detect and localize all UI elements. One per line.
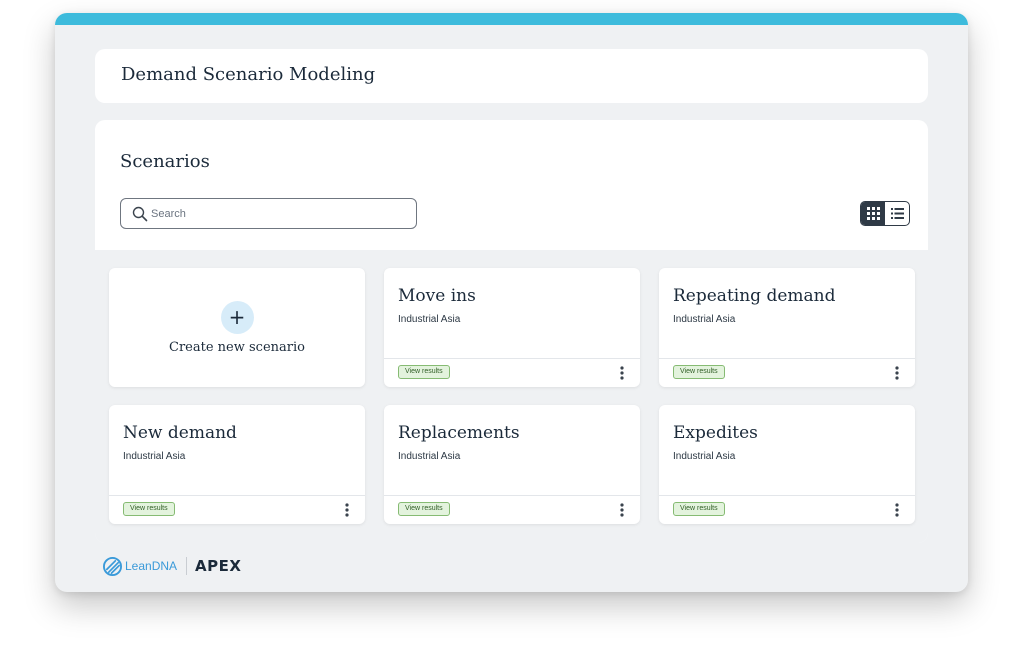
footer-logo: LeanDNA APEX xyxy=(103,556,241,576)
card-divider xyxy=(659,358,915,359)
create-scenario-card[interactable]: + Create new scenario xyxy=(109,268,365,387)
more-vertical-icon[interactable] xyxy=(618,365,626,381)
search-input[interactable] xyxy=(151,200,401,227)
scenarios-panel: Scenarios Search + Create new scenario M… xyxy=(95,120,928,543)
plus-icon: + xyxy=(220,300,254,334)
scenario-subtitle: Industrial Asia xyxy=(673,314,736,325)
scenario-card[interactable]: Repeating demand Industrial Asia View re… xyxy=(659,268,915,387)
grid-view-button[interactable] xyxy=(861,202,885,225)
scenario-card[interactable]: Replacements Industrial Asia View result… xyxy=(384,405,640,524)
scenario-title: Move ins xyxy=(398,286,476,306)
view-results-button[interactable]: View results xyxy=(398,365,450,379)
header-card: Demand Scenario Modeling xyxy=(95,49,928,103)
logo-divider xyxy=(186,557,188,575)
scenario-subtitle: Industrial Asia xyxy=(398,451,461,462)
search-icon xyxy=(132,206,148,222)
scenario-title: Expedites xyxy=(673,423,758,443)
section-title: Scenarios xyxy=(120,151,210,172)
page-title: Demand Scenario Modeling xyxy=(121,64,376,85)
scenario-card[interactable]: Move ins Industrial Asia View results xyxy=(384,268,640,387)
accent-bar xyxy=(55,13,968,25)
scenario-card[interactable]: New demand Industrial Asia View results xyxy=(109,405,365,524)
grid-view-icon xyxy=(866,207,880,220)
more-vertical-icon[interactable] xyxy=(893,365,901,381)
more-vertical-icon[interactable] xyxy=(893,502,901,518)
more-vertical-icon[interactable] xyxy=(618,502,626,518)
scenario-subtitle: Industrial Asia xyxy=(123,451,186,462)
app-window: Demand Scenario Modeling Scenarios Searc… xyxy=(55,13,968,592)
create-scenario-label: Create new scenario xyxy=(169,339,305,355)
scenario-title: New demand xyxy=(123,423,237,443)
scenario-subtitle: Industrial Asia xyxy=(673,451,736,462)
scenario-title: Repeating demand xyxy=(673,286,836,306)
card-divider xyxy=(659,495,915,496)
card-divider xyxy=(109,495,365,496)
view-results-button[interactable]: View results xyxy=(673,502,725,516)
list-view-button[interactable] xyxy=(885,202,909,225)
card-divider xyxy=(384,358,640,359)
scenario-card[interactable]: Expedites Industrial Asia View results xyxy=(659,405,915,524)
card-divider xyxy=(384,495,640,496)
scenario-title: Replacements xyxy=(398,423,520,443)
scenario-subtitle: Industrial Asia xyxy=(398,314,461,325)
product-name: APEX xyxy=(195,557,242,575)
view-results-button[interactable]: View results xyxy=(398,502,450,516)
scenario-grid: + Create new scenario Move ins Industria… xyxy=(95,250,928,543)
brand-name: LeanDNA xyxy=(125,559,178,573)
search-box[interactable] xyxy=(120,198,417,229)
view-results-button[interactable]: View results xyxy=(673,365,725,379)
more-vertical-icon[interactable] xyxy=(343,502,351,518)
list-view-icon xyxy=(890,208,904,219)
view-toggle xyxy=(860,201,910,226)
leandna-logo-icon xyxy=(103,556,122,576)
view-results-button[interactable]: View results xyxy=(123,502,175,516)
